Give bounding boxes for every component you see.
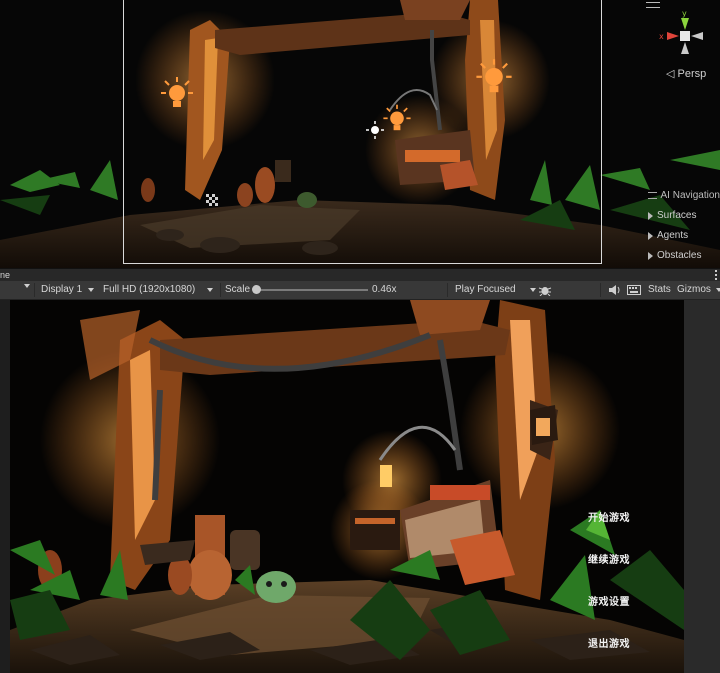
gizmo-y-label: y bbox=[682, 9, 687, 18]
gizmos-button[interactable]: Gizmos bbox=[677, 284, 720, 295]
overlay-item-agents[interactable]: Agents bbox=[648, 230, 720, 241]
scene-view[interactable]: y x ◁ Persp AI Navigation Surfaces Agent… bbox=[0, 0, 720, 268]
game-view-gutter bbox=[684, 300, 720, 673]
scale-slider[interactable] bbox=[256, 289, 368, 291]
audio-icon[interactable] bbox=[608, 285, 621, 295]
overlay-item-surfaces[interactable]: Surfaces bbox=[648, 210, 720, 221]
chevron-down-icon bbox=[88, 287, 95, 292]
game-view-dropdown[interactable] bbox=[0, 284, 30, 288]
menu-start-game[interactable]: 开始游戏 bbox=[588, 509, 630, 524]
game-scene-render bbox=[10, 300, 684, 673]
scale-slider-handle[interactable] bbox=[252, 285, 261, 294]
scale-label: Scale bbox=[225, 284, 251, 295]
chevron-down-icon bbox=[529, 287, 536, 292]
divider bbox=[600, 283, 601, 297]
chevron-down-icon bbox=[715, 287, 720, 292]
keyboard-icon[interactable] bbox=[627, 285, 641, 295]
display-select[interactable]: Display 1 bbox=[41, 284, 95, 295]
chevron-down-icon bbox=[207, 287, 214, 292]
overlay-title: AI Navigation bbox=[660, 190, 720, 201]
expand-arrow-icon[interactable] bbox=[648, 251, 653, 260]
game-camera-frame bbox=[123, 0, 602, 264]
stats-button[interactable]: Stats bbox=[648, 284, 671, 295]
more-options-icon[interactable] bbox=[715, 270, 717, 280]
play-mode-select[interactable]: Play Focused bbox=[455, 284, 536, 295]
menu-game-settings[interactable]: 游戏设置 bbox=[588, 593, 630, 608]
overlay-handle-icon[interactable] bbox=[648, 192, 657, 199]
divider bbox=[447, 283, 448, 297]
ai-navigation-overlay: AI Navigation Surfaces Agents Obstacles bbox=[648, 190, 720, 262]
game-viewport[interactable]: 开始游戏 继续游戏 游戏设置 退出游戏 bbox=[10, 300, 684, 673]
expand-arrow-icon[interactable] bbox=[648, 211, 653, 220]
chevron-down-icon bbox=[24, 284, 30, 288]
orientation-gizmo-icon[interactable]: y x bbox=[655, 6, 715, 66]
resolution-select[interactable]: Full HD (1920x1080) bbox=[103, 284, 214, 295]
persp-toggle[interactable]: ◁ Persp bbox=[666, 67, 706, 80]
overlay-item-obstacles[interactable]: Obstacles bbox=[648, 250, 720, 261]
menu-continue-game[interactable]: 继续游戏 bbox=[588, 551, 630, 566]
tab-game[interactable]: ne bbox=[0, 270, 10, 280]
gizmo-x-label: x bbox=[659, 32, 664, 41]
scale-value: 0.46x bbox=[372, 284, 397, 295]
game-tab-bar: ne bbox=[0, 268, 720, 282]
game-toolbar: Display 1 Full HD (1920x1080) Scale 0.46… bbox=[0, 281, 720, 300]
divider bbox=[34, 283, 35, 297]
game-view: 开始游戏 继续游戏 游戏设置 退出游戏 bbox=[0, 300, 720, 673]
bug-icon[interactable] bbox=[538, 284, 552, 296]
menu-quit-game[interactable]: 退出游戏 bbox=[588, 635, 630, 650]
expand-arrow-icon[interactable] bbox=[648, 231, 653, 240]
divider bbox=[220, 283, 221, 297]
